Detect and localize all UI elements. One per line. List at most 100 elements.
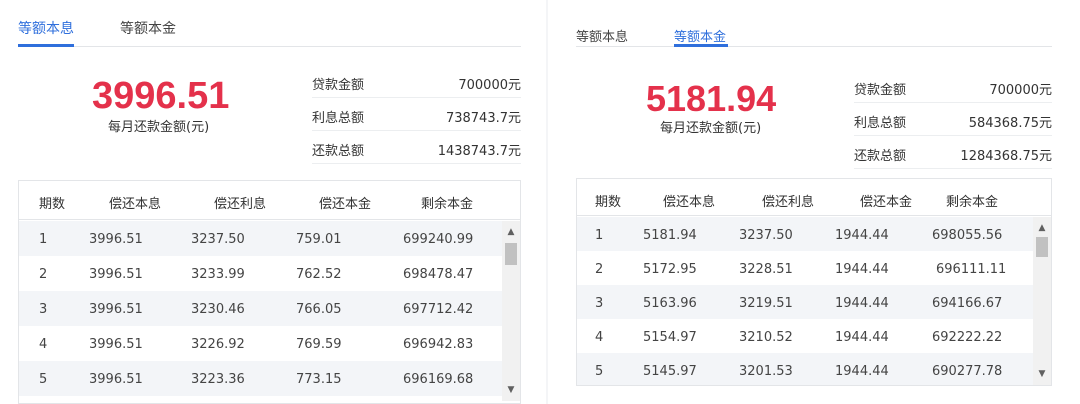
monthly-payment-amount: 3996.51: [92, 75, 230, 117]
column-header-period: 期数: [39, 197, 66, 212]
table-row: 5 3996.51 3223.36 773.15 696169.68: [19, 361, 502, 396]
cell-interest: 3226.92: [191, 337, 245, 352]
table-row: 3 5163.96 3219.51 1944.44 694166.67: [577, 285, 1033, 319]
summary-label: 利息总额: [854, 116, 907, 131]
cell-principal: 759.01: [296, 232, 342, 247]
cell-payment: 3996.51: [89, 267, 143, 282]
monthly-payment-label: 每月还款金额(元): [108, 120, 210, 135]
scroll-up-arrow-icon[interactable]: ▲: [502, 225, 520, 239]
scroll-down-arrow-icon[interactable]: ▼: [1033, 367, 1051, 381]
scroll-thumb[interactable]: [1036, 237, 1048, 257]
table-row: 1 5181.94 3237.50 1944.44 698055.56: [577, 217, 1033, 251]
table-row: 2 5172.95 3228.51 1944.44 696111.11: [577, 251, 1033, 285]
active-tab-indicator: [18, 44, 74, 47]
summary-label: 贷款金额: [854, 83, 907, 98]
cell-payment: 3996.51: [89, 337, 143, 352]
cell-payment: 5181.94: [643, 228, 697, 243]
summary-row-loan-amount: 贷款金额 700000元: [312, 65, 521, 98]
column-header-principal: 偿还本金: [319, 197, 372, 212]
monthly-payment-label: 每月还款金额(元): [660, 121, 762, 136]
summary-row-total-interest: 利息总额 584368.75元: [854, 103, 1052, 136]
cell-payment: 5145.97: [643, 364, 697, 379]
cell-remaining: 696942.83: [403, 337, 474, 352]
cell-remaining: 699240.99: [403, 232, 474, 247]
summary-row-total-repayment: 还款总额 1284368.75元: [854, 136, 1052, 169]
cell-payment: 5163.96: [643, 296, 697, 311]
cell-period: 5: [595, 364, 604, 379]
tab-bar: 等额本息 等额本金: [576, 0, 1052, 47]
equal-installment-panel: 等额本息 等额本金 3996.51 每月还款金额(元) 贷款金额 700000元…: [0, 0, 540, 404]
summary-row-loan-amount: 贷款金额 700000元: [854, 70, 1052, 103]
cell-principal: 1944.44: [835, 228, 889, 243]
summary-label: 还款总额: [312, 144, 365, 159]
tab-equal-installment[interactable]: 等额本息: [18, 18, 74, 38]
cell-period: 5: [39, 372, 48, 387]
cell-period: 3: [39, 302, 48, 317]
scroll-down-arrow-icon[interactable]: ▼: [502, 383, 520, 397]
tab-equal-installment[interactable]: 等额本息: [576, 26, 628, 45]
monthly-payment-amount: 5181.94: [646, 78, 777, 119]
summary-value: 1284368.75元: [960, 149, 1052, 164]
cell-remaining: 697712.42: [403, 302, 474, 317]
cell-principal: 762.52: [296, 267, 342, 282]
cell-remaining: 698478.47: [403, 267, 474, 282]
cell-remaining: 696111.11: [936, 262, 1007, 277]
cell-remaining: 690277.78: [932, 364, 1003, 379]
tab-bar: 等额本息 等额本金: [18, 0, 521, 47]
cell-period: 2: [595, 262, 604, 277]
repayment-schedule-table: 期数 偿还本息 偿还利息 偿还本金 剩余本金 1 5181.94 3237.50…: [576, 178, 1052, 386]
cell-period: 1: [39, 232, 48, 247]
cell-interest: 3201.53: [739, 364, 793, 379]
summary-value: 700000元: [458, 78, 521, 93]
table-body: 1 3996.51 3237.50 759.01 699240.99 2 399…: [19, 221, 502, 401]
loan-summary: 贷款金额 700000元 利息总额 584368.75元 还款总额 128436…: [854, 70, 1052, 169]
column-header-interest: 偿还利息: [762, 195, 815, 210]
cell-period: 2: [39, 267, 48, 282]
cell-payment: 5154.97: [643, 330, 697, 345]
cell-remaining: 696169.68: [403, 372, 474, 387]
cell-principal: 773.15: [296, 372, 342, 387]
table-row: 3 3996.51 3230.46 766.05 697712.42: [19, 291, 502, 326]
cell-period: 4: [39, 337, 48, 352]
column-header-payment: 偿还本息: [109, 197, 162, 212]
cell-principal: 1944.44: [835, 364, 889, 379]
cell-principal: 1944.44: [835, 262, 889, 277]
column-header-principal: 偿还本金: [860, 195, 913, 210]
cell-period: 1: [595, 228, 604, 243]
table-row: 4 5154.97 3210.52 1944.44 692222.22: [577, 319, 1033, 353]
cell-remaining: 692222.22: [932, 330, 1003, 345]
cell-principal: 766.05: [296, 302, 342, 317]
table-header: 期数 偿还本息 偿还利息 偿还本金 剩余本金: [19, 181, 520, 220]
tab-equal-principal[interactable]: 等额本金: [120, 18, 176, 38]
scroll-up-arrow-icon[interactable]: ▲: [1033, 221, 1051, 235]
scroll-thumb[interactable]: [505, 243, 517, 265]
table-row: 4 3996.51 3226.92 769.59 696942.83: [19, 326, 502, 361]
loan-summary: 贷款金额 700000元 利息总额 738743.7元 还款总额 1438743…: [312, 65, 521, 164]
cell-principal: 1944.44: [835, 296, 889, 311]
summary-label: 利息总额: [312, 111, 365, 126]
cell-remaining: 698055.56: [932, 228, 1003, 243]
summary-value: 700000元: [989, 83, 1052, 98]
table-header: 期数 偿还本息 偿还利息 偿还本金 剩余本金: [577, 179, 1051, 216]
cell-period: 4: [595, 330, 604, 345]
tab-equal-principal[interactable]: 等额本金: [674, 26, 726, 45]
summary-label: 还款总额: [854, 149, 907, 164]
summary-row-total-repayment: 还款总额 1438743.7元: [312, 131, 521, 164]
cell-payment: 3996.51: [89, 232, 143, 247]
cell-interest: 3210.52: [739, 330, 793, 345]
summary-value: 738743.7元: [445, 111, 521, 126]
equal-principal-panel: 等额本息 等额本金 5181.94 每月还款金额(元) 贷款金额 700000元…: [556, 0, 1080, 404]
column-header-payment: 偿还本息: [663, 195, 716, 210]
table-scrollbar[interactable]: ▲ ▼: [502, 221, 520, 401]
cell-interest: 3233.99: [191, 267, 245, 282]
cell-interest: 3228.51: [739, 262, 793, 277]
cell-remaining: 694166.67: [932, 296, 1003, 311]
table-scrollbar[interactable]: ▲ ▼: [1033, 217, 1051, 385]
cell-interest: 3237.50: [191, 232, 245, 247]
column-header-interest: 偿还利息: [214, 197, 267, 212]
table-row: 2 3996.51 3233.99 762.52 698478.47: [19, 256, 502, 291]
cell-principal: 769.59: [296, 337, 342, 352]
summary-row-total-interest: 利息总额 738743.7元: [312, 98, 521, 131]
cell-payment: 3996.51: [89, 302, 143, 317]
summary-value: 1438743.7元: [437, 144, 521, 159]
